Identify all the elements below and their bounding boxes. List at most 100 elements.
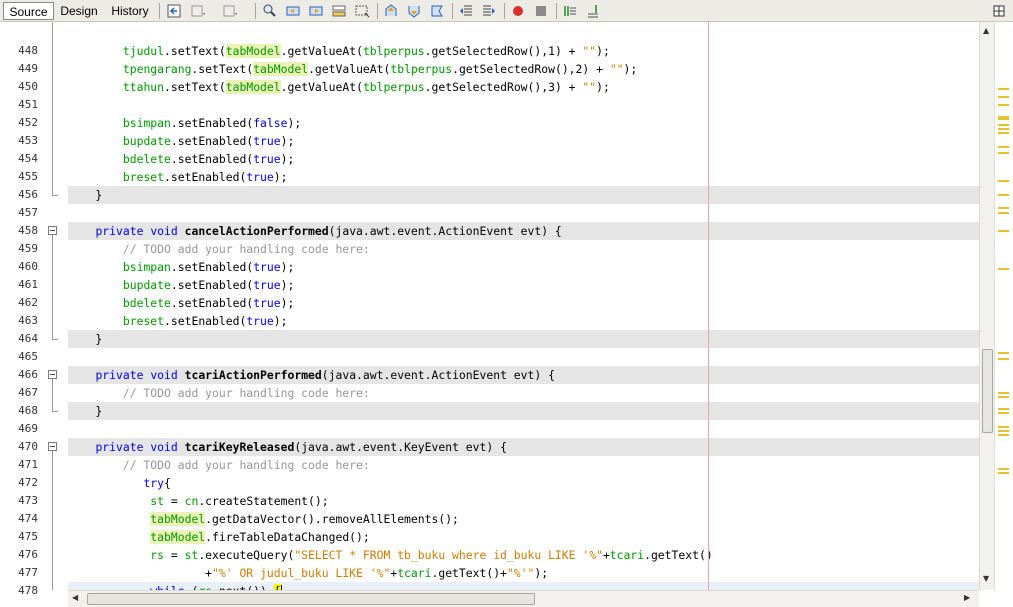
next-bookmark-icon[interactable] <box>406 3 422 19</box>
occurrence-mark[interactable] <box>998 412 1009 414</box>
occurrence-mark[interactable] <box>998 358 1009 360</box>
occurrence-mark[interactable] <box>998 132 1009 134</box>
code-line[interactable]: ttahun.setText(tabModel.getValueAt(tblpe… <box>68 78 979 96</box>
occurrence-mark[interactable] <box>998 146 1009 148</box>
code-line[interactable]: bdelete.setEnabled(true); <box>68 294 979 312</box>
occurrence-mark[interactable] <box>998 124 1009 126</box>
occurrence-mark[interactable] <box>998 352 1009 354</box>
code-line[interactable]: } <box>68 402 979 420</box>
fold-toggle-icon[interactable] <box>48 442 57 451</box>
code-line[interactable]: breset.setEnabled(true); <box>68 312 979 330</box>
code-line[interactable]: private void cancelActionPerformed(java.… <box>68 222 979 240</box>
line-number[interactable]: 455 <box>0 168 38 186</box>
toggle-rect-select-icon[interactable] <box>354 3 370 19</box>
line-number[interactable]: 478 <box>0 582 38 600</box>
occurrence-mark[interactable] <box>998 118 1009 120</box>
occurrence-mark[interactable] <box>998 96 1009 98</box>
horizontal-scrollbar[interactable]: ◀ ▶ <box>68 590 979 607</box>
code-line[interactable]: tabModel.getDataVector().removeAllElemen… <box>68 510 979 528</box>
code-line[interactable]: bupdate.setEnabled(true); <box>68 132 979 150</box>
line-number[interactable]: 468 <box>0 402 38 420</box>
code-line[interactable]: +"%' OR judul_buku LIKE '%"+tcari.getTex… <box>68 564 979 582</box>
occurrence-mark[interactable] <box>998 230 1009 232</box>
occurrence-mark[interactable] <box>998 468 1009 470</box>
code-line[interactable]: tabModel.fireTableDataChanged(); <box>68 528 979 546</box>
line-number[interactable]: 459 <box>0 240 38 258</box>
occurrence-mark[interactable] <box>998 152 1009 154</box>
tab-source[interactable]: Source <box>3 2 54 20</box>
line-number[interactable]: 466 <box>0 366 38 384</box>
line-number[interactable]: 476 <box>0 546 38 564</box>
code-line[interactable]: bupdate.setEnabled(true); <box>68 276 979 294</box>
line-number[interactable]: 450 <box>0 78 38 96</box>
line-number[interactable]: 454 <box>0 150 38 168</box>
line-number[interactable]: 470 <box>0 438 38 456</box>
line-number[interactable]: 451 <box>0 96 38 114</box>
line-number[interactable]: 462 <box>0 294 38 312</box>
find-prev-icon[interactable] <box>285 3 301 19</box>
line-number[interactable]: 472 <box>0 474 38 492</box>
code-line[interactable]: // TODO add your handling code here: <box>68 240 979 258</box>
line-number[interactable]: 471 <box>0 456 38 474</box>
fold-toggle-icon[interactable] <box>48 226 57 235</box>
toggle-highlight-icon[interactable] <box>331 3 347 19</box>
back-icon[interactable] <box>190 3 206 19</box>
code-line[interactable] <box>68 348 979 366</box>
code-line[interactable]: } <box>68 186 979 204</box>
stop-macro-icon[interactable] <box>533 3 549 19</box>
code-line[interactable]: } <box>68 330 979 348</box>
code-line[interactable]: st = cn.createStatement(); <box>68 492 979 510</box>
tab-design[interactable]: Design <box>58 2 100 20</box>
occurrence-mark[interactable] <box>998 128 1009 130</box>
code-line[interactable] <box>68 420 979 438</box>
code-line[interactable]: try{ <box>68 474 979 492</box>
vertical-scrollbar[interactable]: ▲ ▼ <box>979 22 994 590</box>
occurrence-mark[interactable] <box>998 430 1009 432</box>
code-folding-gutter[interactable] <box>42 22 68 590</box>
code-line[interactable]: private void tcariKeyReleased(java.awt.e… <box>68 438 979 456</box>
code-editor[interactable]: tjudul.setText(tabModel.getValueAt(tblpe… <box>68 22 979 590</box>
line-number[interactable]: 477 <box>0 564 38 582</box>
code-line[interactable]: // TODO add your handling code here: <box>68 456 979 474</box>
occurrence-mark[interactable] <box>998 212 1009 214</box>
comment-icon[interactable] <box>562 3 578 19</box>
occurrence-mark[interactable] <box>998 396 1009 398</box>
scroll-right-arrow-icon[interactable]: ▶ <box>964 593 970 602</box>
occurrence-mark[interactable] <box>998 207 1009 209</box>
uncomment-icon[interactable] <box>585 3 601 19</box>
code-line[interactable]: tpengarang.setText(tabModel.getValueAt(t… <box>68 60 979 78</box>
occurrence-mark[interactable] <box>998 408 1009 410</box>
code-line[interactable]: bsimpan.setEnabled(true); <box>68 258 979 276</box>
line-number[interactable]: 474 <box>0 510 38 528</box>
code-line[interactable]: // TODO add your handling code here: <box>68 384 979 402</box>
scroll-up-arrow-icon[interactable]: ▲ <box>983 26 989 35</box>
scroll-down-arrow-icon[interactable]: ▼ <box>983 574 989 583</box>
record-macro-icon[interactable] <box>510 3 526 19</box>
scroll-left-arrow-icon[interactable]: ◀ <box>72 593 78 602</box>
maximize-icon[interactable] <box>991 3 1007 19</box>
line-number[interactable]: 475 <box>0 528 38 546</box>
code-line[interactable]: tjudul.setText(tabModel.getValueAt(tblpe… <box>68 42 979 60</box>
occurrence-mark[interactable] <box>998 426 1009 428</box>
code-line[interactable] <box>68 204 979 222</box>
line-number[interactable]: 457 <box>0 204 38 222</box>
line-number[interactable]: 448 <box>0 42 38 60</box>
last-edit-icon[interactable] <box>166 3 182 19</box>
fold-toggle-icon[interactable] <box>48 370 57 379</box>
find-next-icon[interactable] <box>308 3 324 19</box>
line-number[interactable]: 465 <box>0 348 38 366</box>
line-number[interactable]: 464 <box>0 330 38 348</box>
line-number[interactable]: 461 <box>0 276 38 294</box>
occurrence-mark[interactable] <box>998 104 1009 106</box>
code-line[interactable]: bsimpan.setEnabled(false); <box>68 114 979 132</box>
vertical-scroll-thumb[interactable] <box>982 349 993 433</box>
line-number[interactable]: 452 <box>0 114 38 132</box>
forward-icon[interactable] <box>222 3 238 19</box>
occurrence-mark[interactable] <box>998 88 1009 90</box>
line-number[interactable]: 449 <box>0 60 38 78</box>
line-number[interactable]: 467 <box>0 384 38 402</box>
toggle-bookmark-icon[interactable] <box>429 3 445 19</box>
tab-history[interactable]: History <box>108 2 152 20</box>
line-number[interactable]: 460 <box>0 258 38 276</box>
occurrence-mark[interactable] <box>998 194 1009 196</box>
